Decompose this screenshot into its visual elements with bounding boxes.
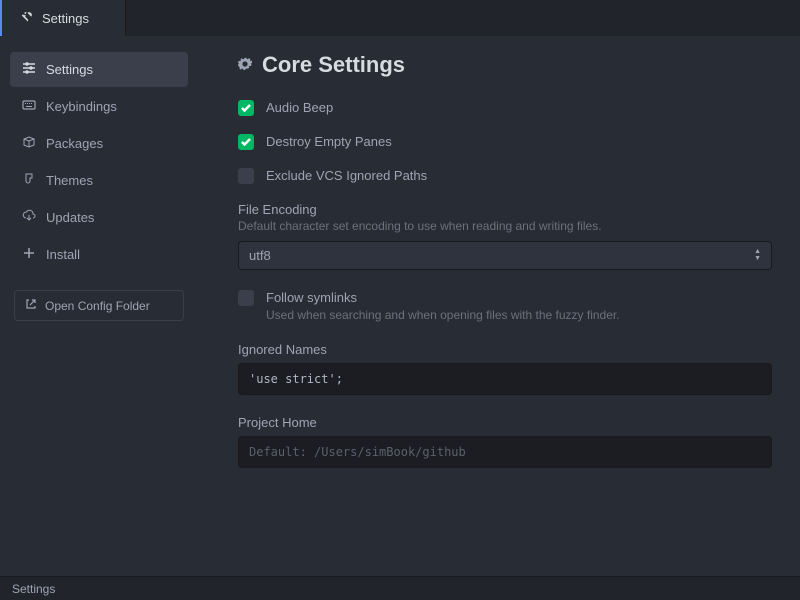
checkbox-audio-beep[interactable] (238, 100, 254, 116)
sidebar-list: Settings Keybindings Packages Themes (0, 52, 198, 274)
tab-label: Settings (42, 11, 89, 26)
sidebar: Settings Keybindings Packages Themes (0, 36, 198, 576)
sidebar-item-install[interactable]: Install (10, 237, 188, 272)
checkbox-follow-symlinks[interactable] (238, 290, 254, 306)
sidebar-item-label: Install (46, 247, 80, 262)
sidebar-item-label: Settings (46, 62, 93, 77)
label-file-encoding: File Encoding (238, 202, 772, 217)
check-icon (241, 138, 251, 146)
wrench-icon (20, 10, 34, 27)
label-follow-symlinks[interactable]: Follow symlinks (266, 290, 620, 305)
status-left: Settings (12, 582, 55, 596)
setting-destroy-empty-panes: Destroy Empty Panes (238, 134, 772, 150)
cloud-download-icon (22, 209, 36, 226)
package-icon (22, 135, 36, 152)
setting-follow-symlinks: Follow symlinks Used when searching and … (238, 290, 772, 322)
open-config-folder-button[interactable]: Open Config Folder (14, 290, 184, 321)
core-settings-section: Core Settings Audio Beep Destroy Empty P… (218, 36, 800, 504)
input-project-home[interactable] (238, 436, 772, 468)
open-config-label: Open Config Folder (45, 299, 150, 313)
desc-follow-symlinks: Used when searching and when opening fil… (266, 308, 620, 322)
setting-project-home: Project Home (238, 415, 772, 468)
main-split: Settings Keybindings Packages Themes (0, 36, 800, 576)
sidebar-item-keybindings[interactable]: Keybindings (10, 89, 188, 124)
keyboard-icon (22, 98, 36, 115)
external-link-icon (25, 298, 37, 313)
tab-bar: Settings (0, 0, 800, 36)
check-icon (241, 104, 251, 112)
sidebar-item-updates[interactable]: Updates (10, 200, 188, 235)
sliders-icon (22, 61, 36, 78)
chevron-up-down-icon: ▲▼ (754, 249, 761, 262)
select-file-encoding[interactable]: utf8 ▲▼ (238, 241, 772, 270)
label-exclude-vcs[interactable]: Exclude VCS Ignored Paths (266, 168, 427, 183)
settings-content: Core Settings Audio Beep Destroy Empty P… (198, 36, 800, 576)
sidebar-item-label: Packages (46, 136, 103, 151)
label-destroy-empty-panes[interactable]: Destroy Empty Panes (266, 134, 392, 149)
tab-settings[interactable]: Settings (2, 0, 126, 36)
sidebar-item-label: Themes (46, 173, 93, 188)
setting-ignored-names: Ignored Names (238, 342, 772, 395)
section-title: Core Settings (262, 52, 405, 78)
sidebar-item-label: Updates (46, 210, 94, 225)
sidebar-item-themes[interactable]: Themes (10, 163, 188, 198)
label-audio-beep[interactable]: Audio Beep (266, 100, 333, 115)
setting-exclude-vcs: Exclude VCS Ignored Paths (238, 168, 772, 184)
label-project-home: Project Home (238, 415, 772, 430)
plus-icon (22, 246, 36, 263)
checkbox-destroy-empty-panes[interactable] (238, 134, 254, 150)
sidebar-item-label: Keybindings (46, 99, 117, 114)
checkbox-exclude-vcs[interactable] (238, 168, 254, 184)
desc-file-encoding: Default character set encoding to use wh… (238, 219, 772, 233)
sidebar-item-packages[interactable]: Packages (10, 126, 188, 161)
status-bar: Settings (0, 576, 800, 600)
setting-file-encoding: File Encoding Default character set enco… (238, 202, 772, 270)
input-ignored-names[interactable] (238, 363, 772, 395)
section-header: Core Settings (238, 52, 772, 78)
setting-audio-beep: Audio Beep (238, 100, 772, 116)
paint-icon (22, 172, 36, 189)
sidebar-item-settings[interactable]: Settings (10, 52, 188, 87)
select-value: utf8 (249, 248, 271, 263)
label-ignored-names: Ignored Names (238, 342, 772, 357)
gear-icon (238, 57, 252, 74)
